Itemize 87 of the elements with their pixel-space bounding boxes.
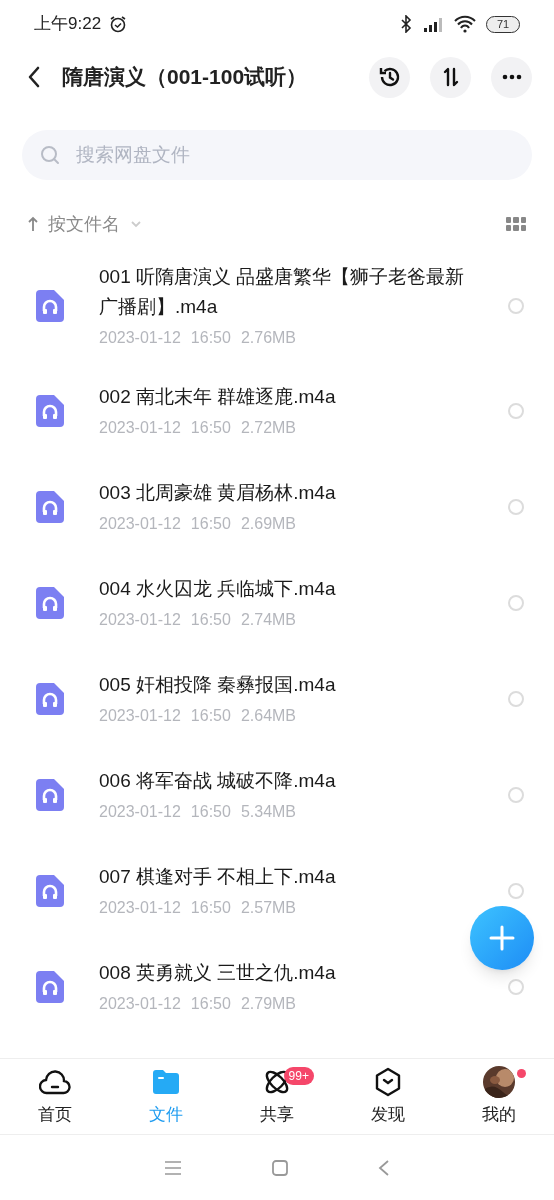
file-date: 2023-01-12: [99, 802, 181, 822]
file-date: 2023-01-12: [99, 898, 181, 918]
file-time: 16:50: [190, 802, 231, 822]
file-name: 002 南北末年 群雄逐鹿.m4a: [99, 385, 337, 409]
sort-by-name-button[interactable]: 按文件名: [28, 210, 142, 238]
file-name: 004 水火囚龙 兵临城下.m4a: [99, 577, 337, 601]
file-name: 001 听隋唐演义 品盛唐繁华【狮子老爸最新广播剧】.m4a: [99, 265, 466, 319]
audio-file-icon: [36, 971, 64, 1003]
status-time: 上午9:22: [34, 13, 102, 36]
select-radio[interactable]: [508, 691, 524, 707]
file-date: 2023-01-12: [99, 514, 181, 534]
file-size: 2.72MB: [240, 418, 297, 438]
file-row[interactable]: 004 水火囚龙 兵临城下.m4a 2023-01-12 16:50 2.74MB: [0, 555, 554, 651]
file-size: 2.69MB: [240, 514, 297, 534]
nav-tab[interactable]: 首页: [0, 1059, 111, 1134]
folder-icon: [151, 1068, 182, 1095]
file-size: 2.79MB: [240, 994, 297, 1014]
sort-button[interactable]: [430, 56, 471, 98]
file-row[interactable]: 003 北周豪雄 黄眉杨林.m4a 2023-01-12 16:50 2.69MB: [0, 459, 554, 555]
chevron-down-icon: [130, 220, 142, 228]
file-name: 007 棋逢对手 不相上下.m4a: [99, 865, 337, 889]
more-icon: [501, 74, 522, 80]
file-name: 005 奸相投降 秦彝报国.m4a: [99, 673, 337, 697]
file-row[interactable]: 005 奸相投降 秦彝报国.m4a 2023-01-12 16:50 2.64MB: [0, 651, 554, 747]
audio-file-icon: [36, 290, 64, 322]
notification-badge: 99+: [283, 1067, 314, 1085]
signal-icon: [422, 15, 444, 33]
file-row[interactable]: 006 将军奋战 城破不降.m4a 2023-01-12 16:50 5.34MB: [0, 747, 554, 843]
file-row[interactable]: 001 听隋唐演义 品盛唐繁华【狮子老爸最新广播剧】.m4a 2023-01-12 16:50 2.76MB: [0, 249, 554, 363]
select-radio[interactable]: [508, 298, 524, 314]
more-button[interactable]: [491, 56, 532, 98]
plus-icon: [489, 925, 515, 951]
file-date: 2023-01-12: [99, 418, 181, 438]
audio-file-icon: [36, 491, 64, 523]
file-date: 2023-01-12: [99, 328, 181, 348]
select-radio[interactable]: [508, 403, 524, 419]
hexagon-icon: [373, 1066, 402, 1097]
file-size: 2.64MB: [240, 706, 297, 726]
file-name: 006 将军奋战 城破不降.m4a: [99, 769, 337, 793]
select-radio[interactable]: [508, 595, 524, 611]
search-icon: [40, 145, 60, 165]
file-row[interactable]: 007 棋逢对手 不相上下.m4a 2023-01-12 16:50 2.57MB: [0, 843, 554, 939]
page-title: 隋唐演义（001-100试听）: [62, 64, 308, 91]
select-radio[interactable]: [508, 499, 524, 515]
select-radio[interactable]: [508, 979, 524, 995]
file-row[interactable]: 002 南北末年 群雄逐鹿.m4a 2023-01-12 16:50 2.72MB: [0, 363, 554, 459]
up-arrow-icon: [28, 216, 38, 232]
nav-tab[interactable]: 我的: [443, 1059, 554, 1134]
wifi-icon: [454, 15, 476, 33]
file-size: 2.76MB: [240, 328, 297, 348]
battery-indicator: 71: [486, 15, 520, 33]
nav-tab[interactable]: 共享 99+: [221, 1059, 333, 1134]
file-time: 16:50: [190, 610, 231, 630]
cloud-icon: [39, 1067, 72, 1096]
file-time: 16:50: [190, 514, 231, 534]
file-row[interactable]: 008 英勇就义 三世之仇.m4a 2023-01-12 16:50 2.79MB: [0, 939, 554, 1035]
file-time: 16:50: [190, 418, 231, 438]
file-name: 008 英勇就义 三世之仇.m4a: [99, 961, 337, 985]
select-radio[interactable]: [508, 883, 524, 899]
audio-file-icon: [36, 587, 64, 619]
file-time: 16:50: [190, 898, 231, 918]
history-icon: [377, 65, 402, 89]
audio-file-icon: [36, 683, 64, 715]
file-date: 2023-01-12: [99, 994, 181, 1014]
menu-icon[interactable]: [164, 1160, 182, 1175]
add-button[interactable]: [470, 906, 534, 970]
file-name: 003 北周豪雄 黄眉杨林.m4a: [99, 481, 337, 505]
file-time: 16:50: [190, 328, 231, 348]
file-time: 16:50: [190, 706, 231, 726]
search-field[interactable]: 搜索网盘文件: [22, 130, 532, 180]
back-icon: [27, 66, 41, 88]
nav-tab[interactable]: 发现: [332, 1059, 444, 1134]
history-button[interactable]: [369, 56, 410, 98]
file-size: 2.74MB: [240, 610, 297, 630]
file-date: 2023-01-12: [99, 610, 181, 630]
home-square-icon[interactable]: [272, 1159, 288, 1176]
file-time: 16:50: [190, 994, 231, 1014]
bluetooth-icon: [400, 15, 412, 33]
grid-view-button[interactable]: [506, 217, 526, 231]
audio-file-icon: [36, 875, 64, 907]
file-date: 2023-01-12: [99, 706, 181, 726]
alarm-icon: [109, 15, 128, 33]
audio-file-icon: [36, 779, 64, 811]
select-radio[interactable]: [508, 787, 524, 803]
file-size: 5.34MB: [240, 802, 297, 822]
audio-file-icon: [36, 395, 64, 427]
file-size: 2.57MB: [240, 898, 297, 918]
